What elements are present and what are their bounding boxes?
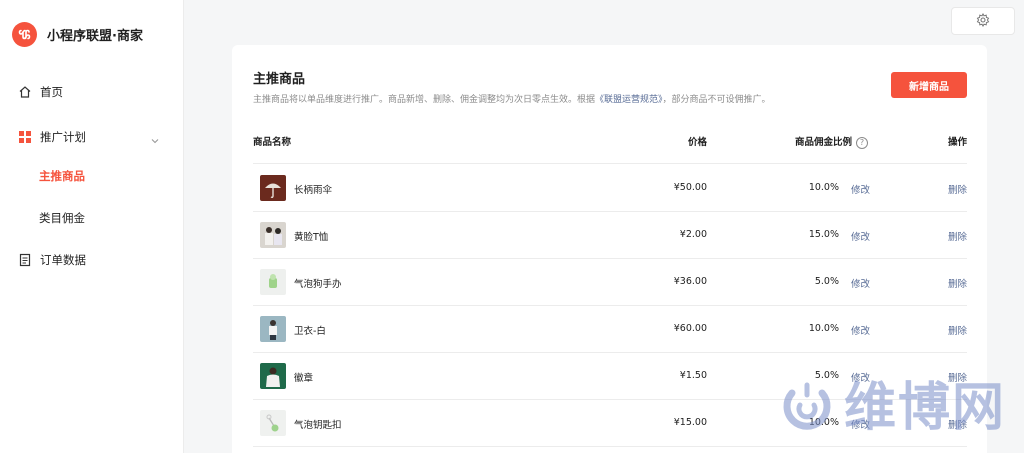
sidebar-item-label: 订单数据 <box>40 253 86 267</box>
sidebar-item-featured-products[interactable]: 主推商品 <box>39 168 85 184</box>
edit-button[interactable]: 修改 <box>851 276 870 290</box>
product-thumbnail <box>260 175 286 201</box>
page-description: 主推商品将以单品维度进行推广。商品新增、删除、佣金调整均为次日零点生效。根据《联… <box>253 95 771 105</box>
table-row: 气泡狗手办 ¥36.00 5.0% 修改 删除 <box>253 259 967 306</box>
product-price: ¥1.50 <box>679 370 707 381</box>
document-icon <box>18 253 32 267</box>
sidebar-item-label: 首页 <box>40 85 63 99</box>
edit-button[interactable]: 修改 <box>851 182 870 196</box>
sidebar: 小程序联盟·商家 首页 推广计划 主推商品 类目佣金 订单数据 <box>0 0 184 453</box>
product-name: 徽章 <box>294 373 314 384</box>
watermark-text: 维博网 <box>844 378 1007 438</box>
commission-ratio: 10.0% <box>808 182 839 193</box>
edit-button[interactable]: 修改 <box>851 323 870 337</box>
product-price: ¥2.00 <box>679 229 707 240</box>
commission-ratio: 15.0% <box>808 229 839 240</box>
product-thumbnail <box>260 316 286 342</box>
delete-button[interactable]: 删除 <box>948 323 967 337</box>
product-price: ¥36.00 <box>673 276 707 287</box>
product-thumbnail <box>260 410 286 436</box>
chevron-down-icon[interactable] <box>150 131 160 150</box>
delete-button[interactable]: 删除 <box>948 182 967 196</box>
brand-name: 小程序联盟·商家 <box>47 29 143 44</box>
commission-ratio: 10.0% <box>808 323 839 334</box>
product-name: 气泡狗手办 <box>294 279 342 290</box>
product-name: 卫衣-白 <box>294 326 326 337</box>
table-row: 黄脸T恤 ¥2.00 15.0% 修改 删除 <box>253 212 967 259</box>
table-row: 长柄雨伞 ¥50.00 10.0% 修改 删除 <box>253 165 967 212</box>
product-price: ¥50.00 <box>673 182 707 193</box>
sidebar-item-label: 推广计划 <box>40 130 86 144</box>
column-header-action: 操作 <box>947 137 967 148</box>
column-header-price: 价格 <box>687 137 707 148</box>
product-price: ¥60.00 <box>673 323 707 334</box>
product-name: 黄脸T恤 <box>294 232 329 243</box>
product-name: 长柄雨伞 <box>294 185 333 196</box>
product-thumbnail <box>260 363 286 389</box>
column-header-name: 商品名称 <box>253 137 292 148</box>
product-thumbnail <box>260 269 286 295</box>
delete-button[interactable]: 删除 <box>948 229 967 243</box>
table-header: 商品名称 价格 商品佣金比例? 操作 <box>253 132 967 164</box>
sidebar-item-category-commission[interactable]: 类目佣金 <box>39 210 85 226</box>
sidebar-item-home[interactable]: 首页 <box>18 84 63 100</box>
product-price: ¥15.00 <box>673 417 707 428</box>
add-product-button[interactable]: 新增商品 <box>891 72 967 98</box>
column-header-ratio: 商品佣金比例? <box>795 134 869 149</box>
table-row: 卫衣-白 ¥60.00 10.0% 修改 删除 <box>253 306 967 353</box>
edit-button[interactable]: 修改 <box>851 229 870 243</box>
brand[interactable]: 小程序联盟·商家 <box>12 22 143 47</box>
sidebar-item-orders[interactable]: 订单数据 <box>18 252 86 268</box>
grid-icon <box>18 130 32 144</box>
help-icon[interactable]: ? <box>856 136 869 149</box>
product-thumbnail <box>260 222 286 248</box>
mini-program-logo-icon <box>12 22 37 47</box>
page-title: 主推商品 <box>253 72 306 87</box>
commission-ratio: 5.0% <box>814 276 839 287</box>
watermark: 维博网 <box>776 375 1006 441</box>
home-icon <box>18 85 32 99</box>
operation-rules-link[interactable]: 《联盟运营规范》 <box>595 95 663 105</box>
product-name: 气泡钥匙扣 <box>294 420 342 431</box>
delete-button[interactable]: 删除 <box>948 276 967 290</box>
settings-button[interactable] <box>951 7 1015 35</box>
gear-icon <box>976 12 990 31</box>
watermark-logo-icon <box>776 375 838 441</box>
sidebar-item-plan[interactable]: 推广计划 <box>18 129 86 145</box>
